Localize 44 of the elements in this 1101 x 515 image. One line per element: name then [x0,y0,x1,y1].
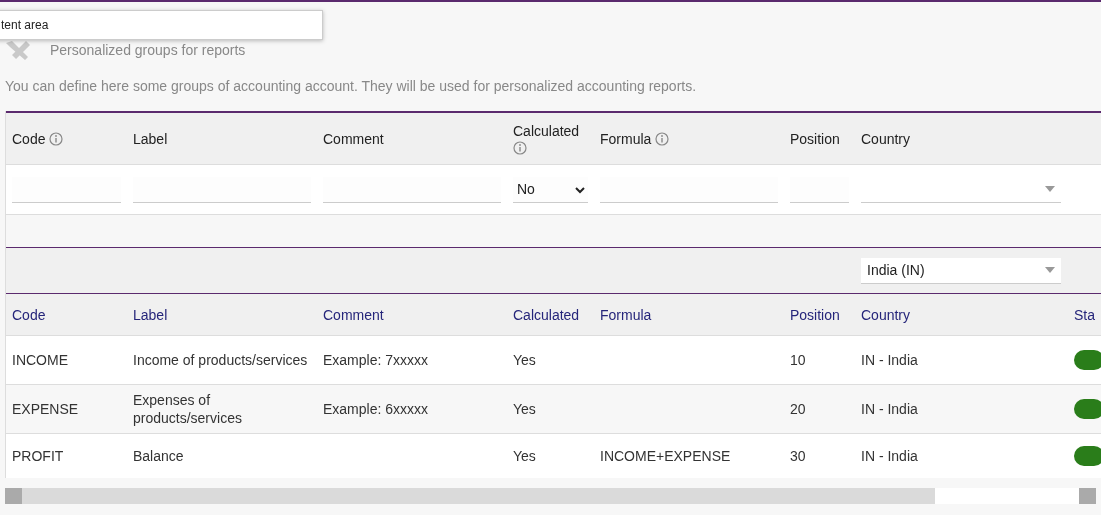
table-cell-text: EXPENSE [12,401,80,417]
table-cell-text: IN - India [861,448,919,464]
country-filter-select[interactable]: India (IN) [861,257,1061,284]
table-cell-text: Yes [513,401,537,417]
table-cell-text: Yes [513,352,537,368]
status-toggle[interactable] [1074,350,1101,370]
column-header: Code [12,130,46,147]
table-cell-text: INCOME [12,352,69,368]
column-header[interactable]: Position [790,306,840,323]
column-header: Country [861,130,911,147]
column-header: Comment [323,130,384,147]
column-header[interactable]: Sta [1074,306,1095,323]
table-cell-text: 30 [790,448,807,464]
column-header[interactable]: Country [861,306,911,323]
column-header: Label [133,130,168,147]
scrollbar[interactable] [5,488,1096,504]
tooltip: tent area [0,10,323,40]
table-cell-text: Yes [513,448,537,464]
status-toggle[interactable] [1074,446,1101,466]
table-cell-text: INCOME+EXPENSE [600,448,732,464]
column-header: Calculated [513,122,580,139]
tools-icon [6,40,30,60]
table-cell-text: 10 [790,352,807,368]
table-cell-text: IN - India [861,401,919,417]
table-cell-text: 20 [790,401,807,417]
page-title: Personalized groups for reports [50,42,246,58]
column-header[interactable]: Calculated [513,306,580,323]
caret-icon [1045,186,1055,192]
table-cell-text: Example: 6xxxxx [323,401,430,417]
table-cell-text: Example: 7xxxxx [323,352,430,368]
column-header[interactable]: Label [133,306,168,323]
caret-icon [1045,267,1055,273]
column-header: Position [790,130,840,147]
table-cell-text: PROFIT [12,448,65,464]
page-description: You can define here some groups of accounting account. They will be used for personalized accounting reports. [5,78,698,94]
column-header[interactable]: Code [12,306,46,323]
status-toggle[interactable] [1074,399,1101,419]
table-cell-text: Balance [133,448,185,464]
table-cell-text: IN - India [861,352,919,368]
column-header[interactable]: Comment [323,306,384,323]
column-header: Formula [600,130,652,147]
column-header[interactable]: Formula [600,306,652,323]
table-cell-text: Expenses of products/services [133,392,243,426]
table-cell-text: Income of products/services [133,352,309,368]
